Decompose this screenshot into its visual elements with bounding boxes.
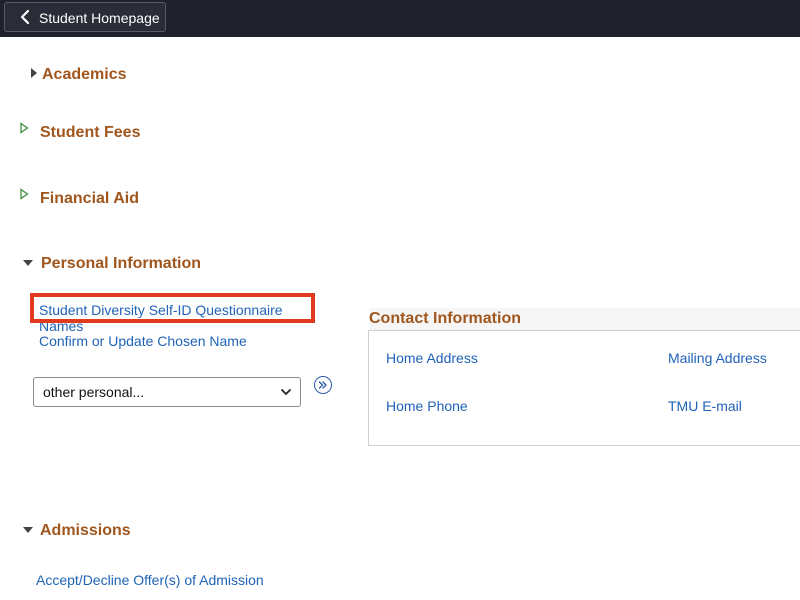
section-financial-aid[interactable]: Financial Aid xyxy=(40,190,139,208)
chevron-down-icon xyxy=(281,389,291,395)
tmu-email-link[interactable]: TMU E-mail xyxy=(668,398,742,414)
contact-information-title: Contact Information xyxy=(369,310,521,327)
top-bar: Student Homepage xyxy=(0,0,800,37)
section-student-fees[interactable]: Student Fees xyxy=(40,124,140,142)
select-value: other personal... xyxy=(43,384,145,400)
student-homepage-back-button[interactable]: Student Homepage xyxy=(4,2,166,32)
home-phone-link[interactable]: Home Phone xyxy=(386,398,468,414)
student-fees-collapsed-icon[interactable] xyxy=(18,122,30,134)
academics-collapsed-icon[interactable] xyxy=(28,67,40,79)
chevron-left-icon xyxy=(20,9,30,25)
mailing-address-link[interactable]: Mailing Address xyxy=(668,350,767,366)
double-chevron-right-icon xyxy=(318,381,327,389)
section-admissions[interactable]: Admissions xyxy=(40,522,131,540)
confirm-update-chosen-name-link[interactable]: Confirm or Update Chosen Name xyxy=(39,333,247,349)
admissions-expanded-icon[interactable] xyxy=(22,524,34,536)
back-button-label: Student Homepage xyxy=(39,10,160,26)
go-button[interactable] xyxy=(314,376,332,394)
section-personal-information[interactable]: Personal Information xyxy=(41,255,201,273)
home-address-link[interactable]: Home Address xyxy=(386,350,478,366)
personal-information-expanded-icon[interactable] xyxy=(22,257,34,269)
section-academics[interactable]: Academics xyxy=(42,66,127,84)
accept-decline-offer-link[interactable]: Accept/Decline Offer(s) of Admission xyxy=(36,572,264,588)
highlight-annotation xyxy=(30,293,315,323)
financial-aid-collapsed-icon[interactable] xyxy=(18,188,30,200)
contact-information-box xyxy=(368,330,800,446)
other-personal-select[interactable]: other personal... xyxy=(33,377,301,407)
